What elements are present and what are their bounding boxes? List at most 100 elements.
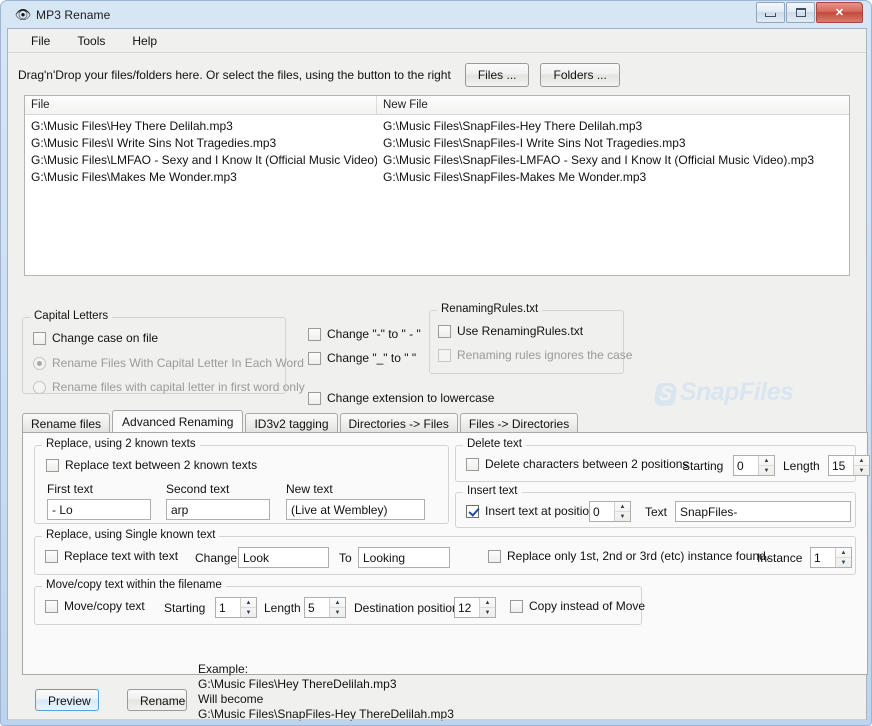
stepper-arrows[interactable]: ▲ ▼	[479, 598, 495, 617]
column-header-new-file[interactable]: New File	[377, 96, 849, 115]
menu-file[interactable]: File	[20, 31, 61, 51]
minimize-button[interactable]	[756, 2, 785, 23]
close-button[interactable]: ✕	[816, 2, 863, 23]
stepper-up-icon[interactable]: ▲	[854, 456, 869, 466]
file-list[interactable]: File New File G:\Music Files\Hey There D…	[24, 95, 850, 276]
stepper-down-icon[interactable]: ▼	[759, 466, 774, 475]
instance-input[interactable]	[811, 548, 835, 567]
maximize-icon	[795, 8, 806, 17]
stepper-arrows[interactable]: ▲ ▼	[614, 502, 630, 521]
renaming-rules-ignores-case-checkbox[interactable]: Renaming rules ignores the case	[438, 348, 632, 362]
destination-position-stepper[interactable]: ▲ ▼	[454, 597, 496, 618]
column-header-file[interactable]: File	[25, 96, 377, 115]
stepper-up-icon[interactable]: ▲	[836, 548, 851, 558]
eye-icon: 👁	[14, 7, 32, 22]
table-row[interactable]: G:\Music Files\I Write Sins Not Tragedie…	[25, 136, 849, 153]
destination-position-input[interactable]	[455, 598, 479, 617]
menu-tools[interactable]: Tools	[66, 31, 116, 51]
stepper-arrows[interactable]: ▲ ▼	[240, 598, 256, 617]
radio-capital-each-word[interactable]: Rename Files With Capital Letter In Each…	[33, 356, 304, 370]
stepper-arrows[interactable]: ▲ ▼	[758, 456, 774, 475]
second-text-label: Second text	[166, 482, 230, 496]
copy-instead-of-move-label: Copy instead of Move	[529, 599, 646, 613]
insert-text-at-position-checkbox[interactable]: Insert text at position	[466, 504, 596, 518]
use-renaming-rules-checkbox[interactable]: Use RenamingRules.txt	[438, 324, 583, 338]
stepper-down-icon[interactable]: ▼	[480, 608, 495, 617]
checkbox-icon	[466, 504, 479, 518]
stepper-up-icon[interactable]: ▲	[480, 598, 495, 608]
cell-file: G:\Music Files\Hey There Delilah.mp3	[31, 119, 233, 133]
checkbox-icon	[510, 599, 523, 613]
move-length-stepper[interactable]: ▲ ▼	[304, 597, 346, 618]
delete-starting-input[interactable]	[734, 456, 758, 475]
to-input[interactable]	[358, 547, 450, 568]
insert-position-stepper[interactable]: ▲ ▼	[589, 501, 631, 522]
stepper-up-icon[interactable]: ▲	[615, 502, 630, 512]
tab-rename-files[interactable]: Rename files	[22, 413, 111, 432]
checkbox-icon	[33, 331, 46, 345]
replace-between-two-texts-checkbox[interactable]: Replace text between 2 known texts	[46, 458, 257, 472]
stepper-down-icon[interactable]: ▼	[330, 608, 345, 617]
table-row[interactable]: G:\Music Files\Hey There Delilah.mp3 G:\…	[25, 119, 849, 136]
checkbox-icon	[308, 327, 321, 341]
cell-file: G:\Music Files\I Write Sins Not Tragedie…	[31, 136, 277, 150]
insert-position-input[interactable]	[590, 502, 614, 521]
change-underscore-label: Change "_" to " "	[327, 351, 417, 365]
stepper-down-icon[interactable]: ▼	[854, 466, 869, 475]
change-dash-label: Change "-" to " - "	[327, 327, 421, 341]
change-case-on-file-checkbox[interactable]: Change case on file	[33, 331, 158, 345]
tab-files-to-directories[interactable]: Files -> Directories	[459, 413, 579, 432]
change-extension-lowercase-checkbox[interactable]: Change extension to lowercase	[308, 391, 494, 405]
stepper-up-icon[interactable]: ▲	[759, 456, 774, 466]
stepper-arrows[interactable]: ▲ ▼	[853, 456, 869, 475]
to-label: To	[339, 551, 352, 565]
stepper-down-icon[interactable]: ▼	[241, 608, 256, 617]
renaming-rules-legend: RenamingRules.txt	[437, 303, 543, 315]
files-button[interactable]: Files ...	[464, 63, 530, 87]
menu-help[interactable]: Help	[121, 31, 168, 51]
tab-directories-to-files[interactable]: Directories -> Files	[339, 413, 458, 432]
stepper-arrows[interactable]: ▲ ▼	[329, 598, 345, 617]
cell-new-file: G:\Music Files\SnapFiles-Makes Me Wonder…	[383, 170, 647, 184]
copy-instead-of-move-checkbox[interactable]: Copy instead of Move	[510, 599, 645, 613]
maximize-button[interactable]	[786, 2, 815, 23]
move-length-input[interactable]	[305, 598, 329, 617]
insert-text-at-position-label: Insert text at position	[485, 504, 596, 518]
move-copy-text-checkbox[interactable]: Move/copy text	[45, 599, 145, 613]
change-underscore-checkbox[interactable]: Change "_" to " "	[308, 351, 416, 365]
folders-button[interactable]: Folders ...	[540, 63, 620, 87]
tab-id3v2-tagging[interactable]: ID3v2 tagging	[245, 413, 338, 432]
delete-starting-stepper[interactable]: ▲ ▼	[733, 455, 775, 476]
delete-length-input[interactable]	[829, 456, 853, 475]
new-text-input[interactable]	[286, 499, 425, 520]
stepper-down-icon[interactable]: ▼	[836, 558, 851, 567]
stepper-down-icon[interactable]: ▼	[615, 512, 630, 521]
tab-advanced-renaming[interactable]: Advanced Renaming	[112, 410, 244, 432]
table-row[interactable]: G:\Music Files\Makes Me Wonder.mp3 G:\Mu…	[25, 170, 849, 187]
preview-button[interactable]: Preview	[35, 689, 99, 711]
stepper-arrows[interactable]: ▲ ▼	[835, 548, 851, 567]
instance-stepper[interactable]: ▲ ▼	[810, 547, 852, 568]
move-starting-stepper[interactable]: ▲ ▼	[215, 597, 257, 618]
change-input[interactable]	[238, 547, 329, 568]
change-dash-checkbox[interactable]: Change "-" to " - "	[308, 327, 421, 341]
delete-characters-checkbox[interactable]: Delete characters between 2 positions	[466, 457, 688, 471]
table-row[interactable]: G:\Music Files\LMFAO - Sexy and I Know I…	[25, 153, 849, 170]
move-starting-input[interactable]	[216, 598, 240, 617]
replace-instance-checkbox[interactable]: Replace only 1st, 2nd or 3rd (etc) insta…	[488, 549, 769, 563]
stepper-up-icon[interactable]: ▲	[241, 598, 256, 608]
instance-label: Instance	[757, 551, 803, 565]
snapfiles-watermark: S SnapFiles	[652, 378, 794, 407]
insert-text-input[interactable]	[675, 501, 851, 522]
delete-length-stepper[interactable]: ▲ ▼	[828, 455, 870, 476]
example-text: Example: G:\Music Files\Hey ThereDelilah…	[198, 662, 454, 721]
first-text-input[interactable]	[47, 499, 151, 520]
replace-instance-label: Replace only 1st, 2nd or 3rd (etc) insta…	[507, 549, 770, 563]
checkbox-icon	[466, 457, 479, 471]
stepper-up-icon[interactable]: ▲	[330, 598, 345, 608]
second-text-input[interactable]	[166, 499, 270, 520]
rename-button[interactable]: Rename	[127, 689, 187, 711]
radio-capital-each-word-label: Rename Files With Capital Letter In Each…	[52, 356, 304, 370]
replace-text-with-text-checkbox[interactable]: Replace text with text	[45, 549, 178, 563]
radio-capital-first-word[interactable]: Rename files with capital letter in firs…	[33, 380, 305, 394]
